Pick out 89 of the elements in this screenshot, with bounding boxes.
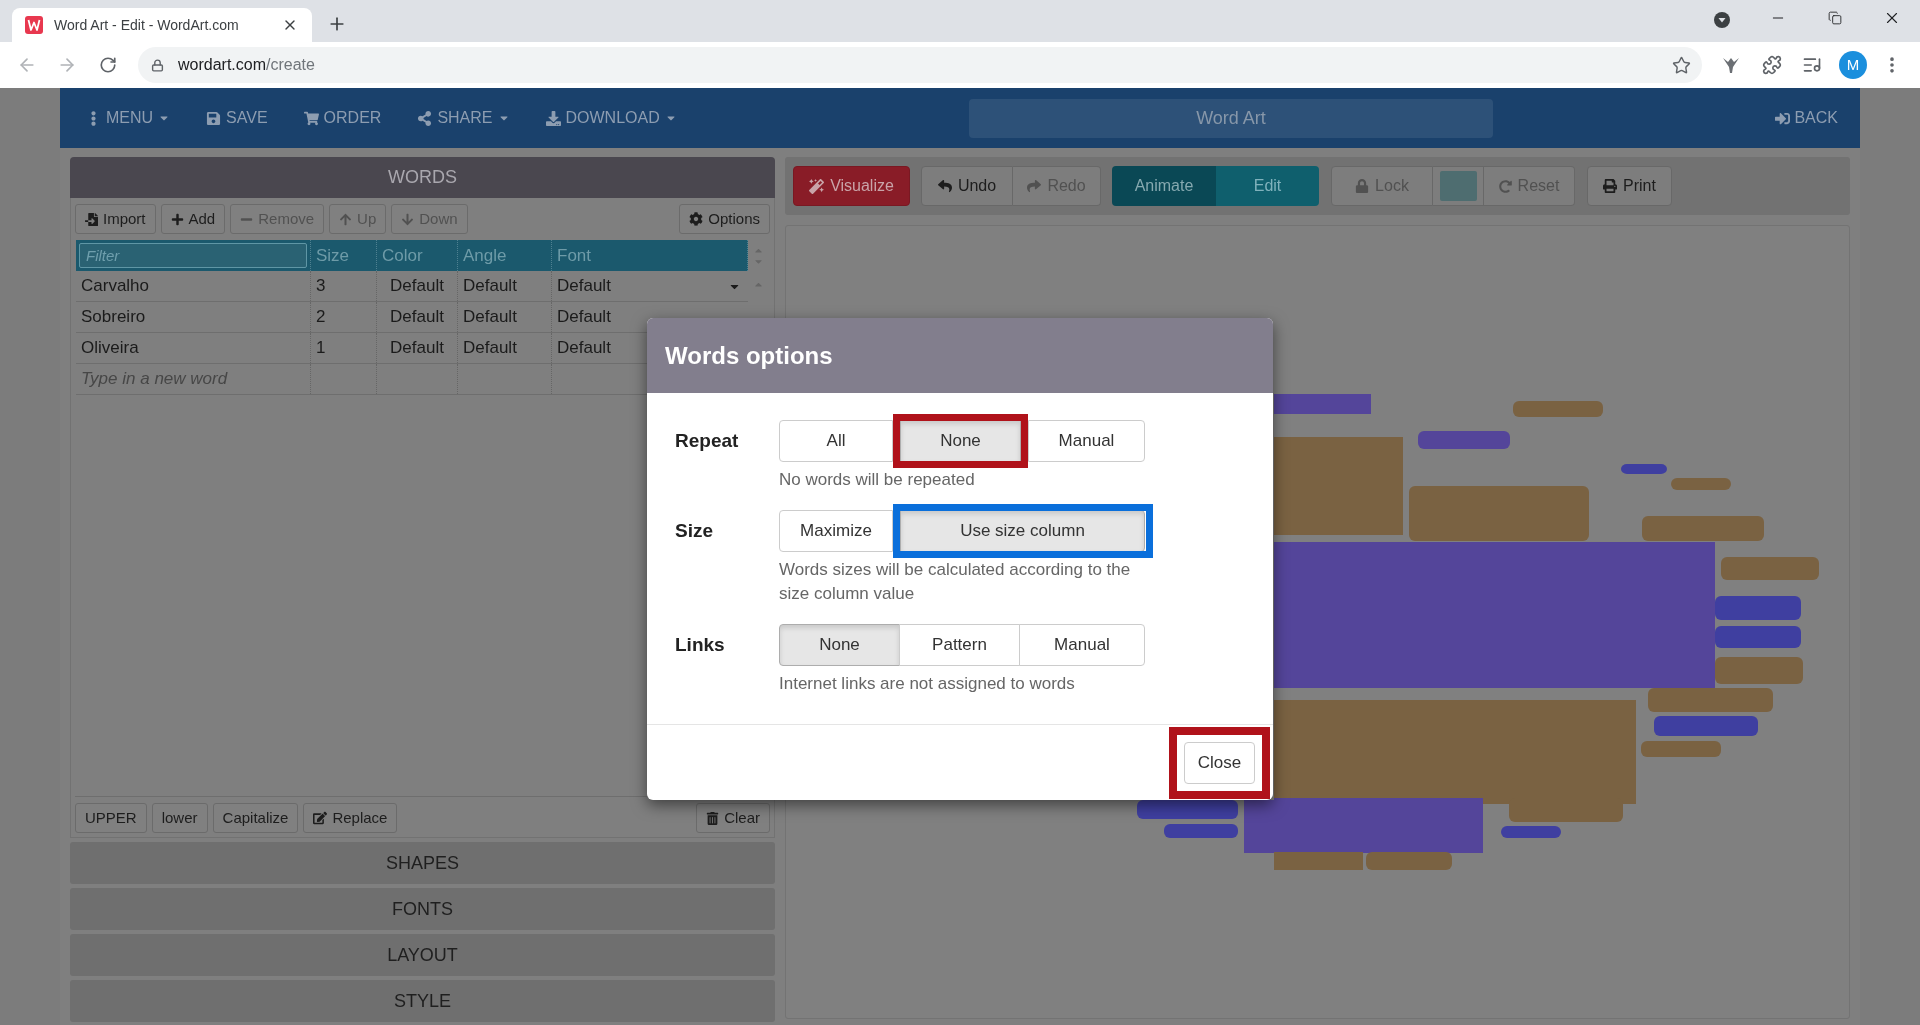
size-option[interactable]: Maximize bbox=[779, 510, 893, 552]
size-option[interactable]: Use size column bbox=[900, 510, 1145, 552]
size-cell: 3 bbox=[311, 271, 377, 301]
puzzle-icon[interactable] bbox=[1762, 55, 1782, 75]
circular-arrow-icon bbox=[1498, 179, 1512, 193]
add-button[interactable]: Add bbox=[160, 204, 226, 234]
restore-icon[interactable] bbox=[1827, 11, 1842, 25]
repeat-option[interactable]: Manual bbox=[1028, 420, 1145, 462]
lowercase-button[interactable]: lower bbox=[151, 803, 208, 833]
cart-icon bbox=[303, 110, 319, 126]
lock-icon bbox=[151, 58, 164, 72]
uppercase-button[interactable]: UPPER bbox=[75, 803, 147, 833]
arrow-up-icon bbox=[339, 212, 353, 226]
angle-cell: Default bbox=[458, 271, 552, 301]
color-cell: Default bbox=[377, 271, 458, 301]
links-option[interactable]: Manual bbox=[1019, 624, 1145, 666]
new-word-field[interactable]: Type in a new word bbox=[76, 364, 310, 394]
title-field[interactable]: Word Art bbox=[969, 98, 1493, 138]
links-option[interactable]: Pattern bbox=[899, 624, 1020, 666]
download-icon bbox=[545, 110, 561, 126]
filter-field[interactable]: Filter bbox=[79, 243, 307, 268]
option-description: No words will be repeated bbox=[779, 469, 976, 491]
browser-tab[interactable]: Word Art - Edit - WordArt.com bbox=[12, 8, 312, 42]
replace-button[interactable]: Replace bbox=[303, 803, 398, 833]
share-button[interactable]: SHARE bbox=[417, 106, 510, 130]
bookmark-star-icon[interactable] bbox=[1672, 55, 1691, 75]
logo-icon bbox=[25, 16, 43, 34]
print-button[interactable]: Print bbox=[1587, 166, 1672, 206]
undo-arrow-icon bbox=[937, 179, 952, 193]
trash-icon bbox=[706, 811, 720, 825]
size-cell: 1 bbox=[311, 333, 377, 363]
option-description: Internet links are not assigned to words bbox=[779, 673, 1076, 695]
undo-button[interactable]: Undo bbox=[921, 166, 1013, 206]
option-label: Size bbox=[675, 518, 715, 543]
clear-button[interactable]: Clear bbox=[696, 803, 770, 833]
word-cell: Sobreiro bbox=[76, 302, 311, 332]
lock-icon bbox=[1355, 179, 1370, 193]
profile-avatar[interactable]: M bbox=[1839, 51, 1867, 79]
settings-icon bbox=[689, 212, 704, 226]
back-button[interactable]: BACK bbox=[1775, 106, 1838, 130]
download-button[interactable]: DOWNLOAD bbox=[545, 106, 677, 130]
media-list-icon[interactable] bbox=[1802, 55, 1822, 75]
repeat-option[interactable]: None bbox=[900, 420, 1021, 462]
sign-in-icon bbox=[1775, 110, 1791, 126]
option-label: Links bbox=[675, 632, 726, 657]
section-header[interactable]: SHAPES bbox=[70, 842, 775, 884]
funnel-icon[interactable] bbox=[1721, 55, 1741, 75]
word-cell: Oliveira bbox=[76, 333, 311, 363]
arrow-down-icon bbox=[401, 212, 415, 226]
column-header[interactable]: Angle bbox=[458, 240, 552, 271]
plus-icon bbox=[170, 212, 184, 226]
magic-wand-icon bbox=[809, 178, 825, 194]
section-header[interactable]: LAYOUT bbox=[70, 934, 775, 976]
capitalize-button[interactable]: Capitalize bbox=[212, 803, 299, 833]
save-button[interactable]: SAVE bbox=[206, 106, 268, 130]
size-cell: 2 bbox=[311, 302, 377, 332]
dialog-title: Words options bbox=[665, 340, 833, 371]
options-button[interactable]: Options bbox=[679, 204, 770, 234]
column-header[interactable]: Color bbox=[377, 240, 458, 271]
repeat-option[interactable]: All bbox=[779, 420, 893, 462]
font-select[interactable]: Default bbox=[552, 271, 748, 301]
links-option[interactable]: None bbox=[779, 624, 900, 666]
option-description: Words sizes will be calculated according to the size column value bbox=[779, 559, 1132, 605]
reload-icon[interactable] bbox=[99, 56, 117, 74]
order-button[interactable]: ORDER bbox=[303, 106, 382, 130]
caret-circle-icon[interactable] bbox=[1714, 12, 1730, 28]
share-icon bbox=[417, 110, 433, 126]
mode-tab[interactable]: Animate bbox=[1112, 166, 1216, 206]
section-header[interactable]: STYLE bbox=[70, 980, 775, 1022]
column-header[interactable]: Font bbox=[552, 240, 748, 271]
word-cell: Carvalho bbox=[76, 271, 311, 301]
close-button[interactable]: Close bbox=[1184, 741, 1255, 784]
angle-cell: Default bbox=[458, 333, 552, 363]
file-import-icon bbox=[85, 212, 98, 226]
visualize-button[interactable]: Visualize bbox=[793, 166, 910, 206]
color-cell: Default bbox=[377, 302, 458, 332]
redo-arrow-icon bbox=[1027, 179, 1042, 193]
option-label: Repeat bbox=[675, 428, 740, 453]
column-header[interactable]: Size bbox=[311, 240, 377, 271]
import-button[interactable]: Import bbox=[75, 204, 156, 234]
menu-button[interactable]: MENU bbox=[86, 106, 171, 130]
color-cell: Default bbox=[377, 333, 458, 363]
angle-cell: Default bbox=[458, 302, 552, 332]
address-bar[interactable]: wordart.com/create bbox=[138, 47, 1702, 83]
section-header[interactable]: FONTS bbox=[70, 888, 775, 930]
color-button[interactable] bbox=[1433, 166, 1484, 206]
printer-icon bbox=[1603, 179, 1618, 193]
words-panel-header[interactable]: WORDS bbox=[70, 157, 775, 198]
mode-tab[interactable]: Edit bbox=[1216, 166, 1319, 206]
